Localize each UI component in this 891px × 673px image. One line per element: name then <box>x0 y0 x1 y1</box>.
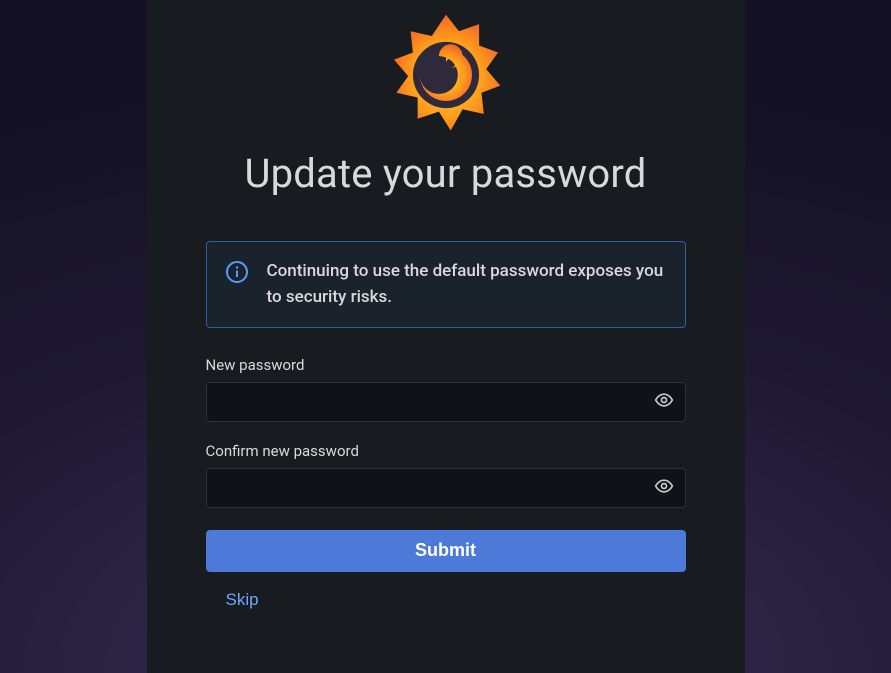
eye-icon <box>654 476 674 499</box>
info-callout: Continuing to use the default password e… <box>206 241 686 328</box>
update-password-form: Continuing to use the default password e… <box>206 241 686 614</box>
grafana-logo <box>386 10 506 140</box>
page-title: Update your password <box>244 150 646 197</box>
info-message: Continuing to use the default password e… <box>267 258 667 311</box>
confirm-password-input[interactable] <box>206 468 686 508</box>
new-password-field-wrap <box>206 382 686 422</box>
eye-icon <box>654 390 674 413</box>
toggle-confirm-password-visibility[interactable] <box>648 472 680 504</box>
submit-button[interactable]: Submit <box>206 530 686 572</box>
confirm-password-field-wrap <box>206 468 686 508</box>
new-password-label: New password <box>206 356 686 374</box>
auth-panel: Update your password Continuing to use t… <box>147 0 745 673</box>
toggle-new-password-visibility[interactable] <box>648 386 680 418</box>
skip-link[interactable]: Skip <box>226 586 259 614</box>
new-password-input[interactable] <box>206 382 686 422</box>
confirm-password-label: Confirm new password <box>206 442 686 460</box>
info-icon <box>225 260 249 288</box>
